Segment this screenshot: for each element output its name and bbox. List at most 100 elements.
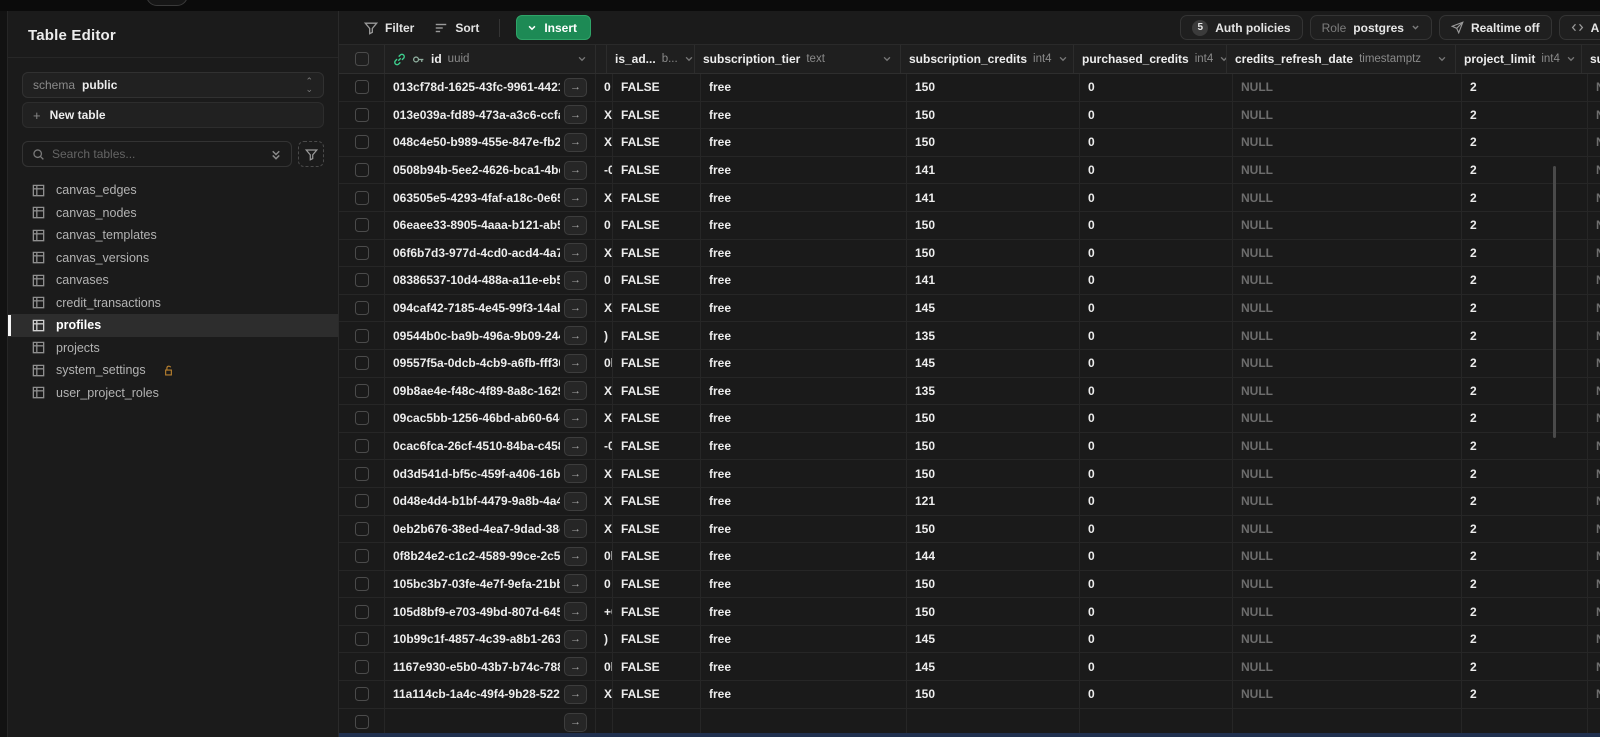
chevron-down-icon[interactable] <box>1219 54 1226 64</box>
vertical-scrollbar-thumb[interactable] <box>1553 166 1556 438</box>
expand-row-button[interactable]: → <box>564 436 587 456</box>
api-docs-button[interactable]: API Do <box>1558 15 1600 40</box>
sidebar-item-user_project_roles[interactable]: user_project_roles <box>8 382 338 405</box>
row-checkbox[interactable] <box>354 715 369 730</box>
sidebar-item-system_settings[interactable]: system_settings <box>8 359 338 382</box>
search-tables-input[interactable] <box>52 147 263 161</box>
row-checkbox[interactable] <box>354 687 369 702</box>
row-checkbox[interactable] <box>354 135 369 150</box>
cell-value: ) <box>604 632 608 647</box>
expand-row-button[interactable]: → <box>564 326 587 346</box>
row-checkbox[interactable] <box>354 632 369 647</box>
expand-row-button[interactable]: → <box>564 491 587 511</box>
schema-select[interactable]: schema public ⌃ ⌄ <box>22 72 324 98</box>
sidebar-item-canvas_nodes[interactable]: canvas_nodes <box>8 202 338 225</box>
expand-row-button[interactable]: → <box>564 546 587 566</box>
new-table-button[interactable]: + New table <box>22 102 324 128</box>
cell-value: 150 <box>915 466 936 481</box>
expand-row-button[interactable]: → <box>564 215 587 235</box>
cell-project_limit: 2 <box>1462 156 1588 184</box>
row-checkbox[interactable] <box>354 107 369 122</box>
sidebar-item-profiles[interactable]: profiles <box>8 314 338 337</box>
chevron-down-icon[interactable] <box>882 54 892 64</box>
chevron-down-icon[interactable] <box>1437 54 1447 64</box>
chevrons-down-icon[interactable] <box>270 148 282 161</box>
row-checkbox[interactable] <box>354 245 369 260</box>
expand-row-button[interactable]: → <box>564 464 587 484</box>
cell-value: free <box>709 494 732 509</box>
auth-policies-button[interactable]: 5 Auth policies <box>1180 15 1303 40</box>
header-col-is-admin[interactable]: is_ad... b... <box>607 45 695 73</box>
header-col-subscription-credits[interactable]: subscription_credits int4 <box>901 45 1074 73</box>
row-checkbox[interactable] <box>354 218 369 233</box>
expand-row-button[interactable]: → <box>564 132 587 152</box>
expand-row-button[interactable]: → <box>564 408 587 428</box>
expand-row-button[interactable]: → <box>564 657 587 677</box>
expand-row-button[interactable]: → <box>564 77 587 97</box>
header-col-subscription-tier[interactable]: subscription_tier text <box>695 45 901 73</box>
expand-row-button[interactable]: → <box>564 353 587 373</box>
row-checkbox[interactable] <box>354 80 369 95</box>
sidebar-item-canvas_templates[interactable]: canvas_templates <box>8 224 338 247</box>
cell-refresh_date: NULL <box>1233 322 1462 349</box>
sidebar-filter-button[interactable] <box>298 141 324 167</box>
expand-row-button[interactable]: → <box>564 629 587 649</box>
row-checkbox[interactable] <box>354 494 369 509</box>
row-checkbox[interactable] <box>354 466 369 481</box>
header-col-purchased-credits[interactable]: purchased_credits int4 <box>1074 45 1227 73</box>
header-col-credits-refresh-date[interactable]: credits_refresh_date timestamptz <box>1227 45 1456 73</box>
row-select-cell <box>339 74 385 101</box>
expand-row-button[interactable]: → <box>564 298 587 318</box>
row-checkbox[interactable] <box>354 576 369 591</box>
row-checkbox[interactable] <box>354 273 369 288</box>
row-checkbox[interactable] <box>354 604 369 619</box>
expand-row-button[interactable]: → <box>564 188 587 208</box>
select-all-checkbox[interactable] <box>354 52 369 66</box>
cell-value: free <box>709 190 732 205</box>
row-checkbox[interactable] <box>354 439 369 454</box>
expand-row-button[interactable]: → <box>564 712 587 732</box>
sidebar-item-canvas_edges[interactable]: canvas_edges <box>8 179 338 202</box>
chevron-down-icon[interactable] <box>684 54 694 64</box>
expand-row-button[interactable]: → <box>564 270 587 290</box>
row-checkbox[interactable] <box>354 163 369 178</box>
row-checkbox[interactable] <box>354 521 369 536</box>
row-checkbox[interactable] <box>354 659 369 674</box>
expand-row-button[interactable]: → <box>564 160 587 180</box>
row-checkbox[interactable] <box>354 549 369 564</box>
header-col-project-limit[interactable]: project_limit int4 <box>1456 45 1582 73</box>
insert-button[interactable]: Insert <box>516 15 592 40</box>
row-checkbox[interactable] <box>354 411 369 426</box>
sort-button[interactable]: Sort <box>424 15 489 41</box>
header-col-id[interactable]: id uuid <box>385 45 596 73</box>
expand-row-button[interactable]: → <box>564 684 587 704</box>
row-checkbox[interactable] <box>354 190 369 205</box>
sidebar-item-canvas_versions[interactable]: canvas_versions <box>8 247 338 270</box>
cell-project_limit: 2 <box>1462 432 1588 460</box>
cell-value: 0 <box>1088 273 1095 288</box>
row-select-cell <box>339 460 385 487</box>
row-checkbox[interactable] <box>354 328 369 343</box>
row-checkbox[interactable] <box>354 356 369 371</box>
expand-row-button[interactable]: → <box>564 105 587 125</box>
realtime-button[interactable]: Realtime off <box>1438 15 1552 40</box>
chevron-down-icon[interactable] <box>1566 54 1576 64</box>
header-col-overflow[interactable]: su <box>1582 45 1600 73</box>
chevron-down-icon[interactable] <box>577 54 587 64</box>
cell-clip: +0 <box>596 598 613 625</box>
filter-button[interactable]: Filter <box>354 15 424 41</box>
role-select-button[interactable]: Role postgres <box>1309 15 1432 40</box>
row-checkbox[interactable] <box>354 383 369 398</box>
expand-row-button[interactable]: → <box>564 574 587 594</box>
expand-row-button[interactable]: → <box>564 381 587 401</box>
sidebar-item-canvases[interactable]: canvases <box>8 269 338 292</box>
sidebar-item-projects[interactable]: projects <box>8 337 338 360</box>
sidebar-item-label: profiles <box>56 318 102 333</box>
expand-row-button[interactable]: → <box>564 243 587 263</box>
chevron-down-icon[interactable] <box>1058 54 1068 64</box>
expand-row-button[interactable]: → <box>564 602 587 622</box>
expand-row-button[interactable]: → <box>564 519 587 539</box>
header-col-clipped[interactable] <box>596 45 607 73</box>
row-checkbox[interactable] <box>354 301 369 316</box>
sidebar-item-credit_transactions[interactable]: credit_transactions <box>8 292 338 315</box>
